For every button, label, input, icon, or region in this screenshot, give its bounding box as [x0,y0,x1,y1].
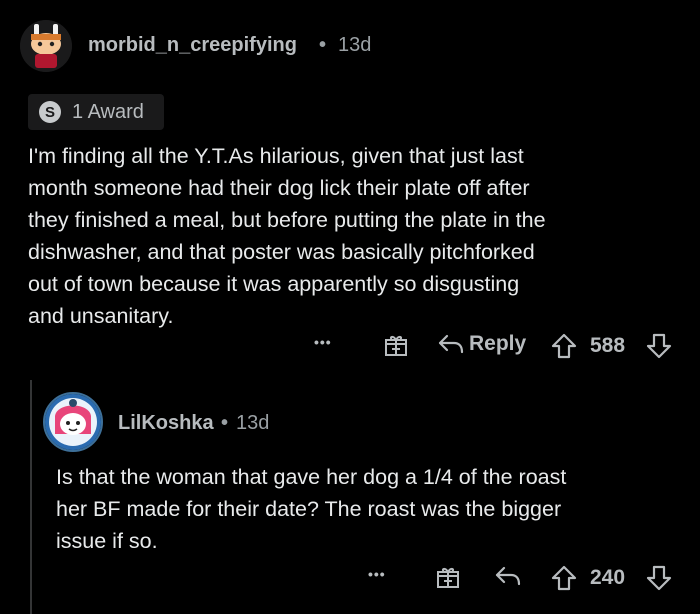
downvote-arrow-icon [646,565,672,591]
comment-body: I'm finding all the Y.T.As hilarious, gi… [28,144,546,328]
comment-body: Is that the woman that gave her dog a 1/… [56,465,567,553]
more-icon: ••• [368,566,386,582]
give-award-button[interactable] [435,564,461,590]
gift-icon [437,568,459,588]
reply-label: Reply [469,332,527,355]
more-icon: ••• [314,334,332,350]
vote-score: 240 [590,566,626,589]
gift-icon [385,336,407,356]
give-award-button[interactable] [383,332,409,358]
reply-button[interactable] [494,564,522,588]
snoo-avatar-icon [20,20,72,72]
award-label: 1 Award [72,100,144,123]
timestamp: 13d [236,412,270,434]
downvote-button[interactable] [645,564,673,592]
award-badge[interactable]: S 1 Award [28,94,164,130]
snoo-avatar-icon [45,394,101,450]
username[interactable]: morbid_n_creepifying [88,34,297,57]
reply-button[interactable]: Reply [437,332,526,356]
avatar[interactable] [43,392,103,452]
upvote-arrow-icon [551,565,577,591]
upvote-arrow-icon [551,333,577,359]
avatar[interactable] [20,20,72,72]
username[interactable]: LilKoshka [118,412,214,435]
svg-text:S: S [45,104,55,121]
reply-icon [438,334,464,354]
separator-dot: • [221,412,229,434]
vote-score: 588 [590,334,626,357]
upvote-button[interactable] [550,564,578,592]
timestamp: 13d [338,34,372,56]
upvote-button[interactable] [550,332,578,360]
downvote-button[interactable] [645,332,673,360]
downvote-arrow-icon [646,333,672,359]
separator-dot: • [319,34,327,56]
reply-icon [495,566,521,586]
more-options-button[interactable]: ••• [314,334,332,350]
comment-actions: ••• 240 [0,558,700,598]
more-options-button[interactable]: ••• [368,566,386,582]
comment-actions: ••• Reply 588 [0,326,700,366]
silver-award-icon: S [39,101,61,123]
